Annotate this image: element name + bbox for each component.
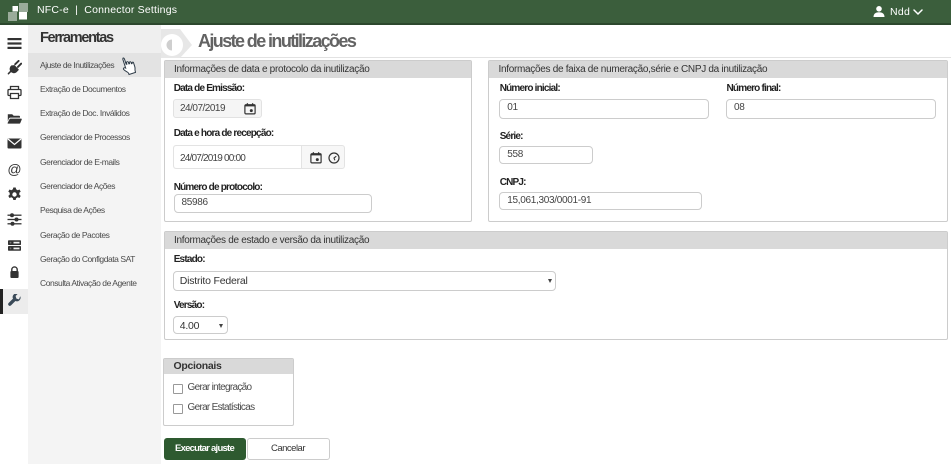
- svg-text:@: @: [7, 162, 21, 177]
